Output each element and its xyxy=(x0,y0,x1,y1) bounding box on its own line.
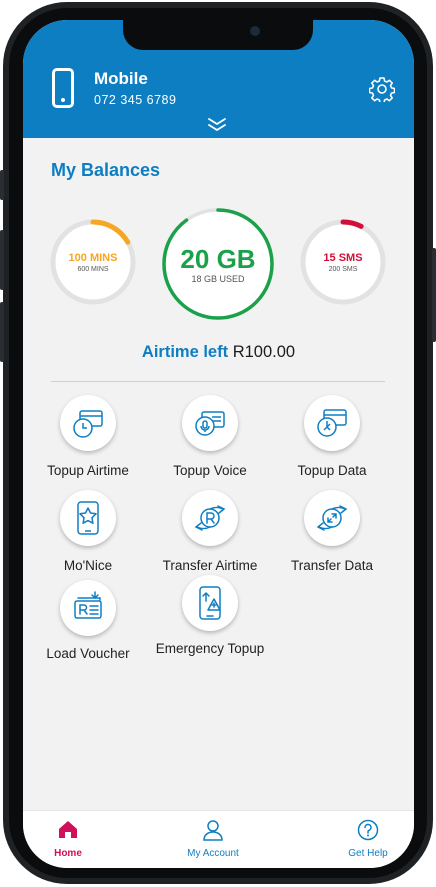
nav-account-label: My Account xyxy=(187,848,239,859)
account-type-title: Mobile xyxy=(94,69,148,88)
expand-chevron-icon[interactable] xyxy=(206,116,228,132)
bottom-navigation: Home My Account Get Help xyxy=(23,810,414,868)
front-camera xyxy=(250,26,260,36)
volume-up-button xyxy=(0,230,4,290)
notch xyxy=(123,20,313,50)
home-icon xyxy=(59,821,77,838)
nav-my-account[interactable]: My Account xyxy=(168,819,258,859)
power-button xyxy=(432,248,436,342)
mobile-phone-icon xyxy=(52,68,74,108)
app-screen: Mobile 072 345 6789 My Balances 100 MINS… xyxy=(23,20,414,868)
airtime-balance: Airtime left R100.00 xyxy=(23,343,414,362)
phone-number: 072 345 6789 xyxy=(94,93,177,107)
nav-home-label: Home xyxy=(54,848,82,859)
topup-data-label: Topup Data xyxy=(297,463,367,478)
sms-total: 200 SMS xyxy=(328,266,358,273)
minutes-remaining: 100 MINS xyxy=(68,252,118,264)
monice-label: Mo'Nice xyxy=(63,558,113,573)
minutes-total: 600 MINS xyxy=(77,266,109,273)
minutes-balance-ring[interactable]: 100 MINS 600 MINS xyxy=(47,216,139,308)
airtime-label: Airtime left xyxy=(141,343,229,361)
volume-down-button xyxy=(0,302,4,362)
transfer-airtime-label: Transfer Airtime xyxy=(162,558,258,573)
topup-data-icon xyxy=(304,395,360,451)
data-remaining: 20 GB xyxy=(180,244,256,274)
section-divider xyxy=(51,381,385,382)
data-used: 18 GB USED xyxy=(191,274,245,284)
load-voucher-label: Load Voucher xyxy=(46,646,130,661)
load-voucher-icon xyxy=(60,580,116,636)
nav-home[interactable]: Home xyxy=(23,819,113,859)
topup-airtime-icon xyxy=(60,395,116,451)
nav-help-label: Get Help xyxy=(348,848,388,859)
sms-remaining: 15 SMS xyxy=(323,252,363,264)
user-icon xyxy=(203,820,223,841)
sms-balance-ring[interactable]: 15 SMS 200 SMS xyxy=(297,216,389,308)
transfer-data-icon xyxy=(304,490,360,546)
help-question-icon xyxy=(357,819,379,841)
emergency-topup-icon xyxy=(182,575,238,631)
nav-get-help[interactable]: Get Help xyxy=(323,819,413,859)
mute-switch xyxy=(0,170,4,200)
data-balance-ring[interactable]: 20 GB 18 GB USED xyxy=(160,206,276,322)
airtime-value: R100.00 xyxy=(232,343,296,361)
emergency-topup-label: Emergency Topup xyxy=(155,641,265,656)
topup-voice-icon xyxy=(182,395,238,451)
monice-icon xyxy=(60,490,116,546)
transfer-airtime-icon xyxy=(182,490,238,546)
settings-gear-icon[interactable] xyxy=(369,76,395,102)
transfer-data-label: Transfer Data xyxy=(290,558,374,573)
topup-voice-label: Topup Voice xyxy=(173,463,247,478)
topup-airtime-label: Topup Airtime xyxy=(47,463,129,478)
balances-title: My Balances xyxy=(51,160,161,180)
